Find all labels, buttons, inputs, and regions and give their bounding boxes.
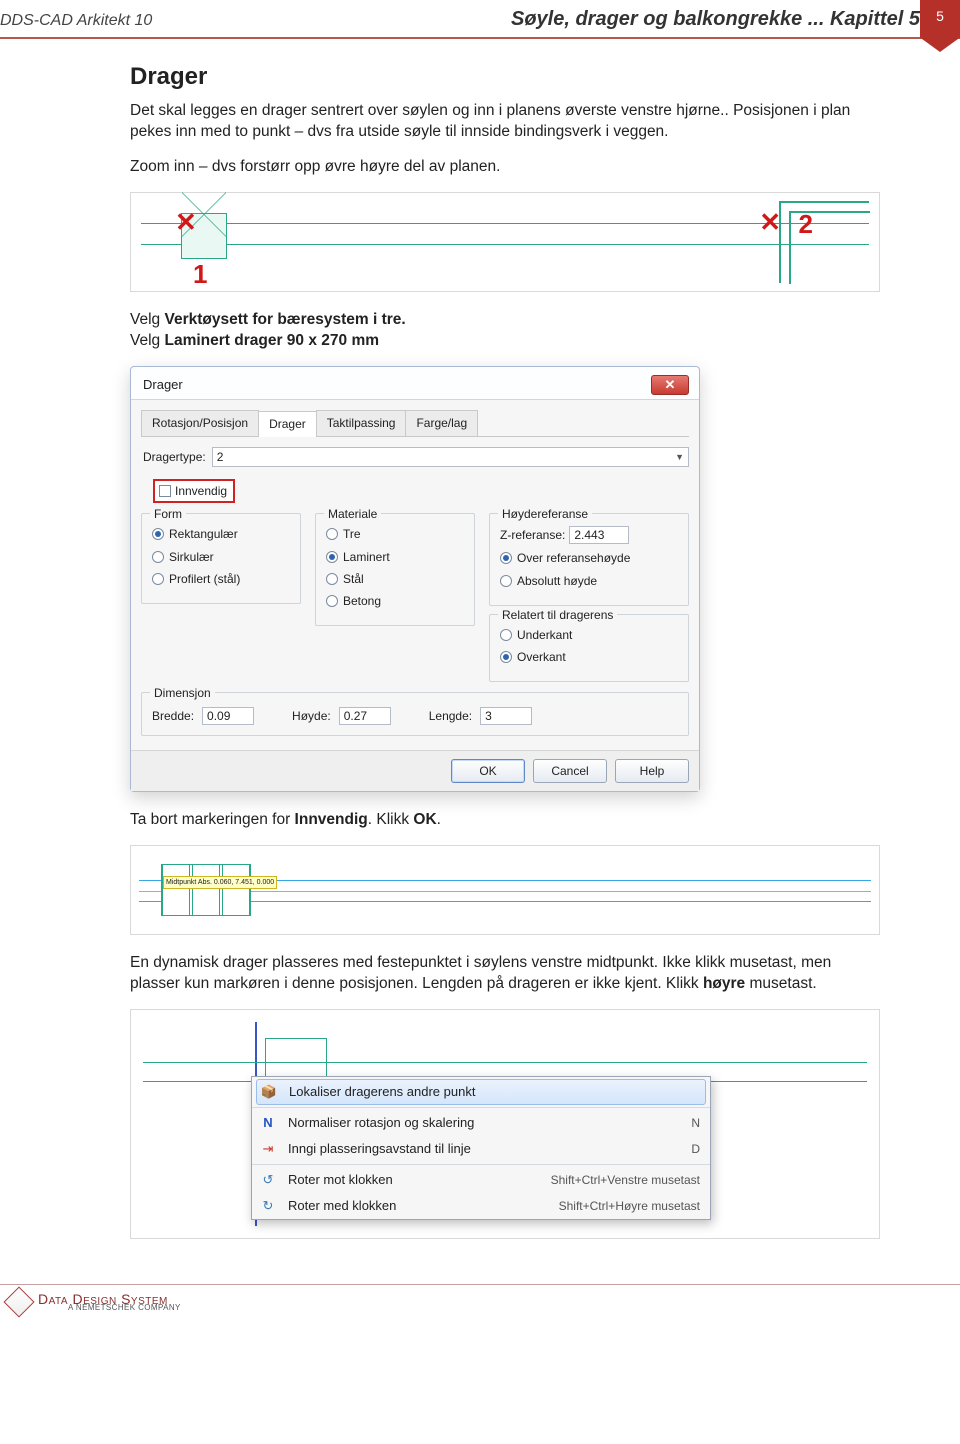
context-menu: 📦 Lokaliser dragerens andre punkt N Norm… <box>251 1076 711 1220</box>
radio-over-ref[interactable] <box>500 552 512 564</box>
mark-1: 1 <box>193 257 207 292</box>
tab-farge-lag[interactable]: Farge/lag <box>405 410 478 436</box>
rotate-cw-icon: ↻ <box>258 1197 278 1215</box>
para-2: Zoom inn – dvs forstørr opp øvre høyre d… <box>130 157 880 178</box>
brand-sub: A NEMETSCHEK COMPANY <box>68 1303 181 1312</box>
rotate-ccw-icon: ↺ <box>258 1171 278 1189</box>
distance-icon: ⇥ <box>258 1140 278 1158</box>
hoyde-input[interactable]: 0.27 <box>339 707 391 725</box>
section-title: Drager <box>130 61 880 93</box>
dialog-tabs: Rotasjon/Posisjon Drager Taktilpassing F… <box>141 410 689 437</box>
para-3: Velg Verktøysett for bæresystem i tre. <box>130 310 880 331</box>
cancel-button[interactable]: Cancel <box>533 759 607 783</box>
tab-rotasjon[interactable]: Rotasjon/Posisjon <box>141 410 259 436</box>
zref-label: Z-referanse: <box>500 527 565 543</box>
para-4: Velg Laminert drager 90 x 270 mm <box>130 331 880 352</box>
radio-abs-hoyde[interactable] <box>500 575 512 587</box>
footer: Data Design System A NEMETSCHEK COMPANY <box>0 1284 960 1313</box>
figure-zoom-plan: ✕ ✕ 1 2 <box>130 192 880 292</box>
fieldset-materiale: Materiale Tre Laminert Stål Betong <box>315 513 475 626</box>
brand-logo-icon <box>3 1286 34 1317</box>
para-6: En dynamisk drager plasseres med festepu… <box>130 953 880 995</box>
mark-2: 2 <box>799 207 813 242</box>
header-left: DDS-CAD Arkitekt 10 <box>0 12 152 30</box>
menu-roter-mot[interactable]: ↺ Roter mot klokken Shift+Ctrl+Venstre m… <box>252 1167 710 1193</box>
tab-drager[interactable]: Drager <box>258 411 317 437</box>
chevron-down-icon: ▼ <box>675 451 684 463</box>
fieldset-relatert: Relatert til dragerens Underkant Overkan… <box>489 614 689 682</box>
fieldset-hoyderef: Høydereferanse Z-referanse: 2.443 Over r… <box>489 513 689 605</box>
page-header: DDS-CAD Arkitekt 10 Søyle, drager og bal… <box>0 0 960 39</box>
menu-roter-med[interactable]: ↻ Roter med klokken Shift+Ctrl+Høyre mus… <box>252 1193 710 1219</box>
figure-placed-drager: Midtpunkt Abs. 0.060, 7.451, 0.000 <box>130 845 880 935</box>
bredde-input[interactable]: 0.09 <box>202 707 254 725</box>
radio-staal[interactable] <box>326 573 338 585</box>
close-icon[interactable]: ✕ <box>651 375 689 395</box>
help-button[interactable]: Help <box>615 759 689 783</box>
tab-taktilpassing[interactable]: Taktilpassing <box>316 410 407 436</box>
header-right: Søyle, drager og balkongrekke ... Kapitt… <box>511 8 920 31</box>
innvendig-checkbox[interactable] <box>159 485 171 497</box>
n-icon: N <box>258 1114 278 1132</box>
radio-underkant[interactable] <box>500 629 512 641</box>
radio-tre[interactable] <box>326 528 338 540</box>
menu-normaliser[interactable]: N Normaliser rotasjon og skalering N <box>252 1110 710 1136</box>
para-1: Det skal legges en drager sentrert over … <box>130 101 880 143</box>
lengde-input[interactable]: 3 <box>480 707 532 725</box>
radio-overkant[interactable] <box>500 651 512 663</box>
radio-sirkulaer[interactable] <box>152 551 164 563</box>
ok-button[interactable]: OK <box>451 759 525 783</box>
mark-x-icon: ✕ <box>759 205 781 240</box>
innvendig-label: Innvendig <box>175 483 227 499</box>
mark-x-icon: ✕ <box>175 205 197 240</box>
innvendig-highlight: Innvendig <box>153 479 235 503</box>
tooltip-midtpunkt: Midtpunkt Abs. 0.060, 7.451, 0.000 <box>163 876 277 889</box>
dragertype-label: Dragertype: <box>143 449 206 465</box>
fieldset-form: Form Rektangulær Sirkulær Profilert (stå… <box>141 513 301 604</box>
menu-inngi-avstand[interactable]: ⇥ Inngi plasseringsavstand til linje D <box>252 1136 710 1162</box>
radio-laminert[interactable] <box>326 551 338 563</box>
radio-rektangulaer[interactable] <box>152 528 164 540</box>
radio-betong[interactable] <box>326 595 338 607</box>
content: Drager Det skal legges en drager sentrer… <box>0 39 960 1317</box>
para-5: Ta bort markeringen for Innvendig. Klikk… <box>130 810 880 831</box>
menu-lokaliser-punkt[interactable]: 📦 Lokaliser dragerens andre punkt <box>256 1079 706 1105</box>
dialog-drager: Drager ✕ Rotasjon/Posisjon Drager Taktil… <box>130 366 700 792</box>
dragertype-select[interactable]: 2▼ <box>212 447 689 467</box>
fieldset-dimensjon: Dimensjon Bredde: 0.09 Høyde: 0.27 Lengd… <box>141 692 689 736</box>
dialog-title: Drager <box>143 376 183 394</box>
zref-input[interactable]: 2.443 <box>569 526 629 544</box>
figure-context-menu: 📦 Lokaliser dragerens andre punkt N Norm… <box>130 1009 880 1239</box>
box-icon: 📦 <box>259 1083 279 1101</box>
radio-profilert[interactable] <box>152 573 164 585</box>
